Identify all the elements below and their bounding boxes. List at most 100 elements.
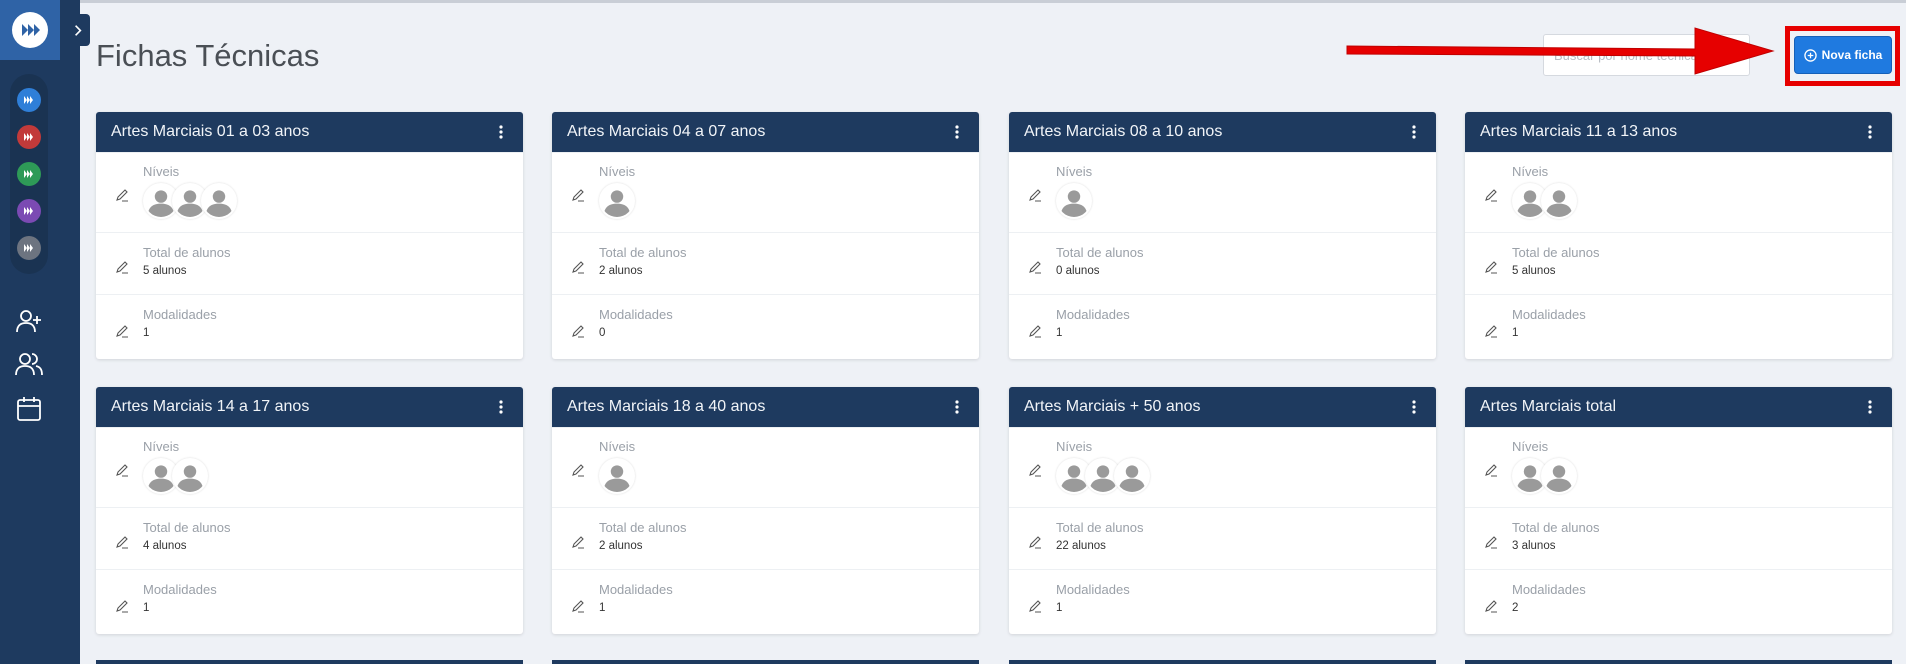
card-header: Artes Marciais 14 a 17 anos	[96, 387, 523, 427]
add-user-icon[interactable]	[14, 306, 44, 336]
card-title: Artes Marciais 14 a 17 anos	[111, 398, 310, 415]
ficha-card[interactable]: Artes Marciais 11 a 13 anos Níveis Total…	[1465, 112, 1892, 359]
total-value: 5 alunos	[1512, 265, 1556, 277]
card-header: Artes Marciais 18 a 40 anos	[552, 387, 979, 427]
ficha-card[interactable]: Artes Marciais 18 a 40 anos Níveis Total…	[552, 387, 979, 634]
ficha-card[interactable]: Artes Marciais 08 a 10 anos Níveis Total…	[1009, 112, 1436, 359]
card-header: Artes Marciais 01 a 03 anos	[96, 112, 523, 152]
modalities-value: 1	[1056, 602, 1063, 614]
app-blue-icon[interactable]	[17, 88, 41, 113]
total-row: Total de alunos 0 alunos	[1009, 232, 1436, 294]
ficha-card[interactable]: Artes Marciais total Níveis Total de alu…	[1465, 387, 1892, 634]
edit-pencil-icon[interactable]	[115, 599, 129, 613]
edit-pencil-icon[interactable]	[571, 324, 585, 338]
avatar	[1056, 183, 1092, 219]
edit-pencil-icon[interactable]	[1028, 324, 1042, 338]
levels-label: Níveis	[1056, 164, 1093, 179]
ficha-card[interactable]: Artes Marciais 01 a 03 anos Níveis Total…	[96, 112, 523, 359]
edit-pencil-icon[interactable]	[1028, 535, 1042, 549]
edit-pencil-icon[interactable]	[571, 463, 585, 477]
plus-circle-icon	[1803, 48, 1817, 62]
edit-pencil-icon[interactable]	[115, 260, 129, 274]
sidebar-toggle-button[interactable]	[66, 14, 90, 46]
levels-label: Níveis	[143, 164, 180, 179]
total-value: 5 alunos	[143, 265, 187, 277]
app-purple-icon[interactable]	[17, 198, 41, 223]
app-gray-icon[interactable]	[17, 235, 41, 260]
modalities-label: Modalidades	[1512, 307, 1586, 322]
edit-pencil-icon[interactable]	[571, 188, 585, 202]
ficha-card[interactable]: Artes Marciais 14 a 17 anos Níveis Total…	[96, 387, 523, 634]
card-header: Artes Marciais + 50 anos	[1009, 387, 1436, 427]
levels-label: Níveis	[1512, 164, 1549, 179]
modalities-row: Modalidades 1	[96, 569, 523, 632]
edit-pencil-icon[interactable]	[571, 599, 585, 613]
total-value: 2 alunos	[599, 265, 643, 277]
sidebar	[0, 0, 90, 664]
total-row: Total de alunos 2 alunos	[552, 507, 979, 569]
more-vertical-icon[interactable]	[1863, 397, 1877, 417]
edit-pencil-icon[interactable]	[1484, 188, 1498, 202]
ficha-card[interactable]: Artes Marciais 04 a 07 anos Níveis Total…	[552, 112, 979, 359]
card-title: Artes Marciais + 50 anos	[1024, 398, 1201, 415]
app-red-icon[interactable]	[17, 125, 41, 150]
modalities-value: 1	[1512, 327, 1519, 339]
level-avatars	[599, 458, 979, 494]
edit-pencil-icon[interactable]	[1484, 463, 1498, 477]
app-green-icon[interactable]	[17, 161, 41, 186]
edit-pencil-icon[interactable]	[1484, 535, 1498, 549]
edit-pencil-icon[interactable]	[571, 535, 585, 549]
card-title: Artes Marciais 08 a 10 anos	[1024, 123, 1223, 140]
edit-pencil-icon[interactable]	[115, 324, 129, 338]
edit-pencil-icon[interactable]	[1028, 599, 1042, 613]
card-peek	[552, 660, 979, 664]
level-avatars	[599, 183, 979, 219]
modalities-label: Modalidades	[1512, 582, 1586, 597]
avatar	[201, 183, 237, 219]
users-icon[interactable]	[14, 349, 44, 379]
edit-pencil-icon[interactable]	[1028, 463, 1042, 477]
more-vertical-icon[interactable]	[1407, 122, 1421, 142]
edit-pencil-icon[interactable]	[1484, 324, 1498, 338]
level-avatars	[143, 458, 523, 494]
edit-pencil-icon[interactable]	[1484, 599, 1498, 613]
modalities-row: Modalidades 0	[552, 294, 979, 357]
levels-row: Níveis	[1465, 427, 1892, 507]
levels-label: Níveis	[143, 439, 180, 454]
more-vertical-icon[interactable]	[1407, 397, 1421, 417]
ficha-card[interactable]: Artes Marciais + 50 anos Níveis Total de…	[1009, 387, 1436, 634]
total-row: Total de alunos 2 alunos	[552, 232, 979, 294]
edit-pencil-icon[interactable]	[571, 260, 585, 274]
new-ficha-button[interactable]: Nova ficha	[1794, 36, 1892, 74]
more-vertical-icon[interactable]	[950, 122, 964, 142]
levels-row: Níveis	[1009, 427, 1436, 507]
total-label: Total de alunos	[1056, 245, 1144, 260]
more-vertical-icon[interactable]	[494, 122, 508, 142]
levels-row: Níveis	[552, 152, 979, 232]
edit-pencil-icon[interactable]	[1028, 260, 1042, 274]
level-avatars	[1512, 183, 1892, 219]
edit-pencil-icon[interactable]	[1484, 260, 1498, 274]
level-avatars	[1512, 458, 1892, 494]
chevron-right-icon	[75, 24, 82, 36]
modalities-value: 1	[143, 327, 150, 339]
edit-pencil-icon[interactable]	[1028, 188, 1042, 202]
brand-logo[interactable]	[0, 0, 60, 60]
levels-row: Níveis	[96, 152, 523, 232]
more-vertical-icon[interactable]	[494, 397, 508, 417]
edit-pencil-icon[interactable]	[115, 463, 129, 477]
more-vertical-icon[interactable]	[1863, 122, 1877, 142]
levels-row: Níveis	[96, 427, 523, 507]
avatar	[1114, 458, 1150, 494]
more-vertical-icon[interactable]	[950, 397, 964, 417]
edit-pencil-icon[interactable]	[115, 535, 129, 549]
modalities-row: Modalidades 1	[96, 294, 523, 357]
modalities-value: 0	[599, 327, 606, 339]
modalities-value: 2	[1512, 602, 1519, 614]
total-label: Total de alunos	[599, 520, 687, 535]
edit-pencil-icon[interactable]	[115, 188, 129, 202]
card-peek	[1009, 660, 1436, 664]
calendar-icon[interactable]	[14, 394, 44, 424]
avatar	[1541, 458, 1577, 494]
card-header: Artes Marciais 08 a 10 anos	[1009, 112, 1436, 152]
